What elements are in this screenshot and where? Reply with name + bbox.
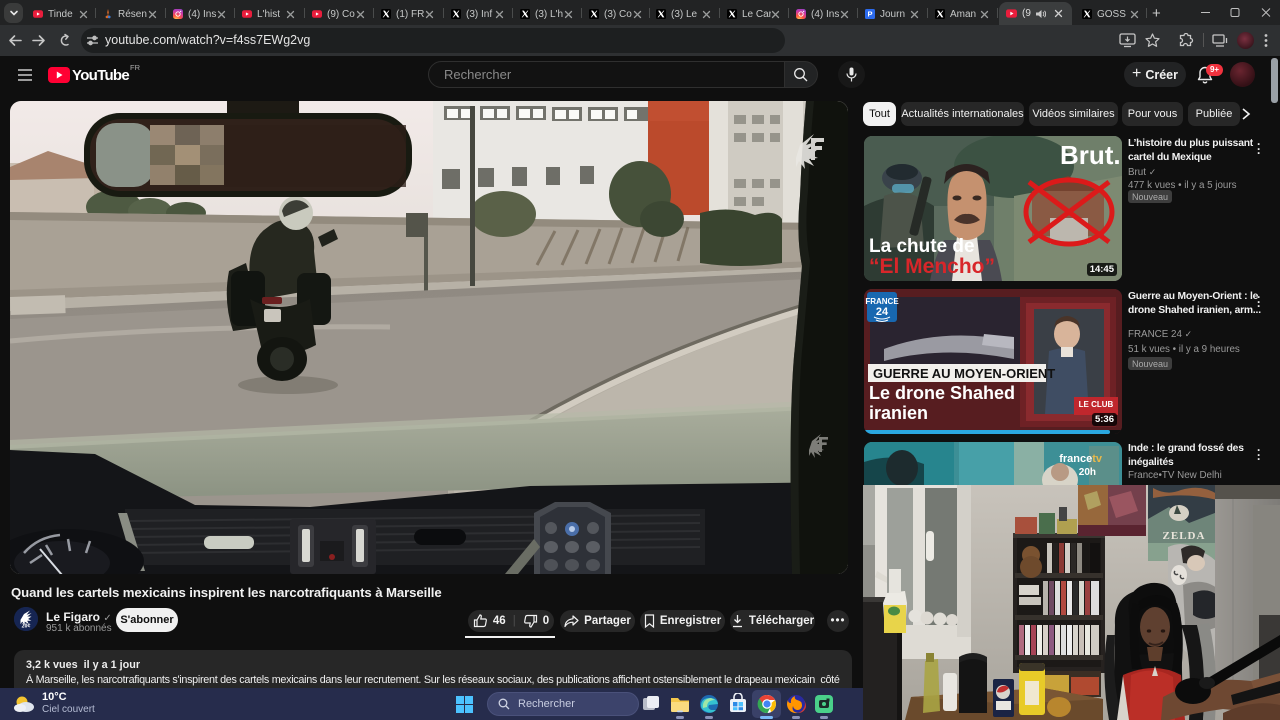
svg-text:“El Mencho”: “El Mencho”: [869, 255, 995, 278]
svg-text:GUERRE AU MOYEN-ORIENT: GUERRE AU MOYEN-ORIENT: [873, 366, 1055, 381]
svg-text:20¢: 20¢: [22, 624, 31, 630]
svg-text:Brut.: Brut.: [1060, 140, 1121, 170]
svg-text:FRANCE: FRANCE: [865, 297, 899, 306]
svg-text:iranien: iranien: [869, 403, 928, 423]
svg-text:20h: 20h: [1079, 467, 1096, 478]
svg-text:francetv: francetv: [1059, 453, 1103, 465]
svg-text:LE CLUB: LE CLUB: [1079, 400, 1114, 409]
svg-text:Le drone Shahed: Le drone Shahed: [869, 383, 1015, 403]
svg-text:ZELDA: ZELDA: [1163, 530, 1206, 542]
svg-text:P: P: [867, 10, 872, 19]
svg-text:24: 24: [876, 306, 889, 318]
svg-text:La chute de: La chute de: [869, 236, 975, 257]
